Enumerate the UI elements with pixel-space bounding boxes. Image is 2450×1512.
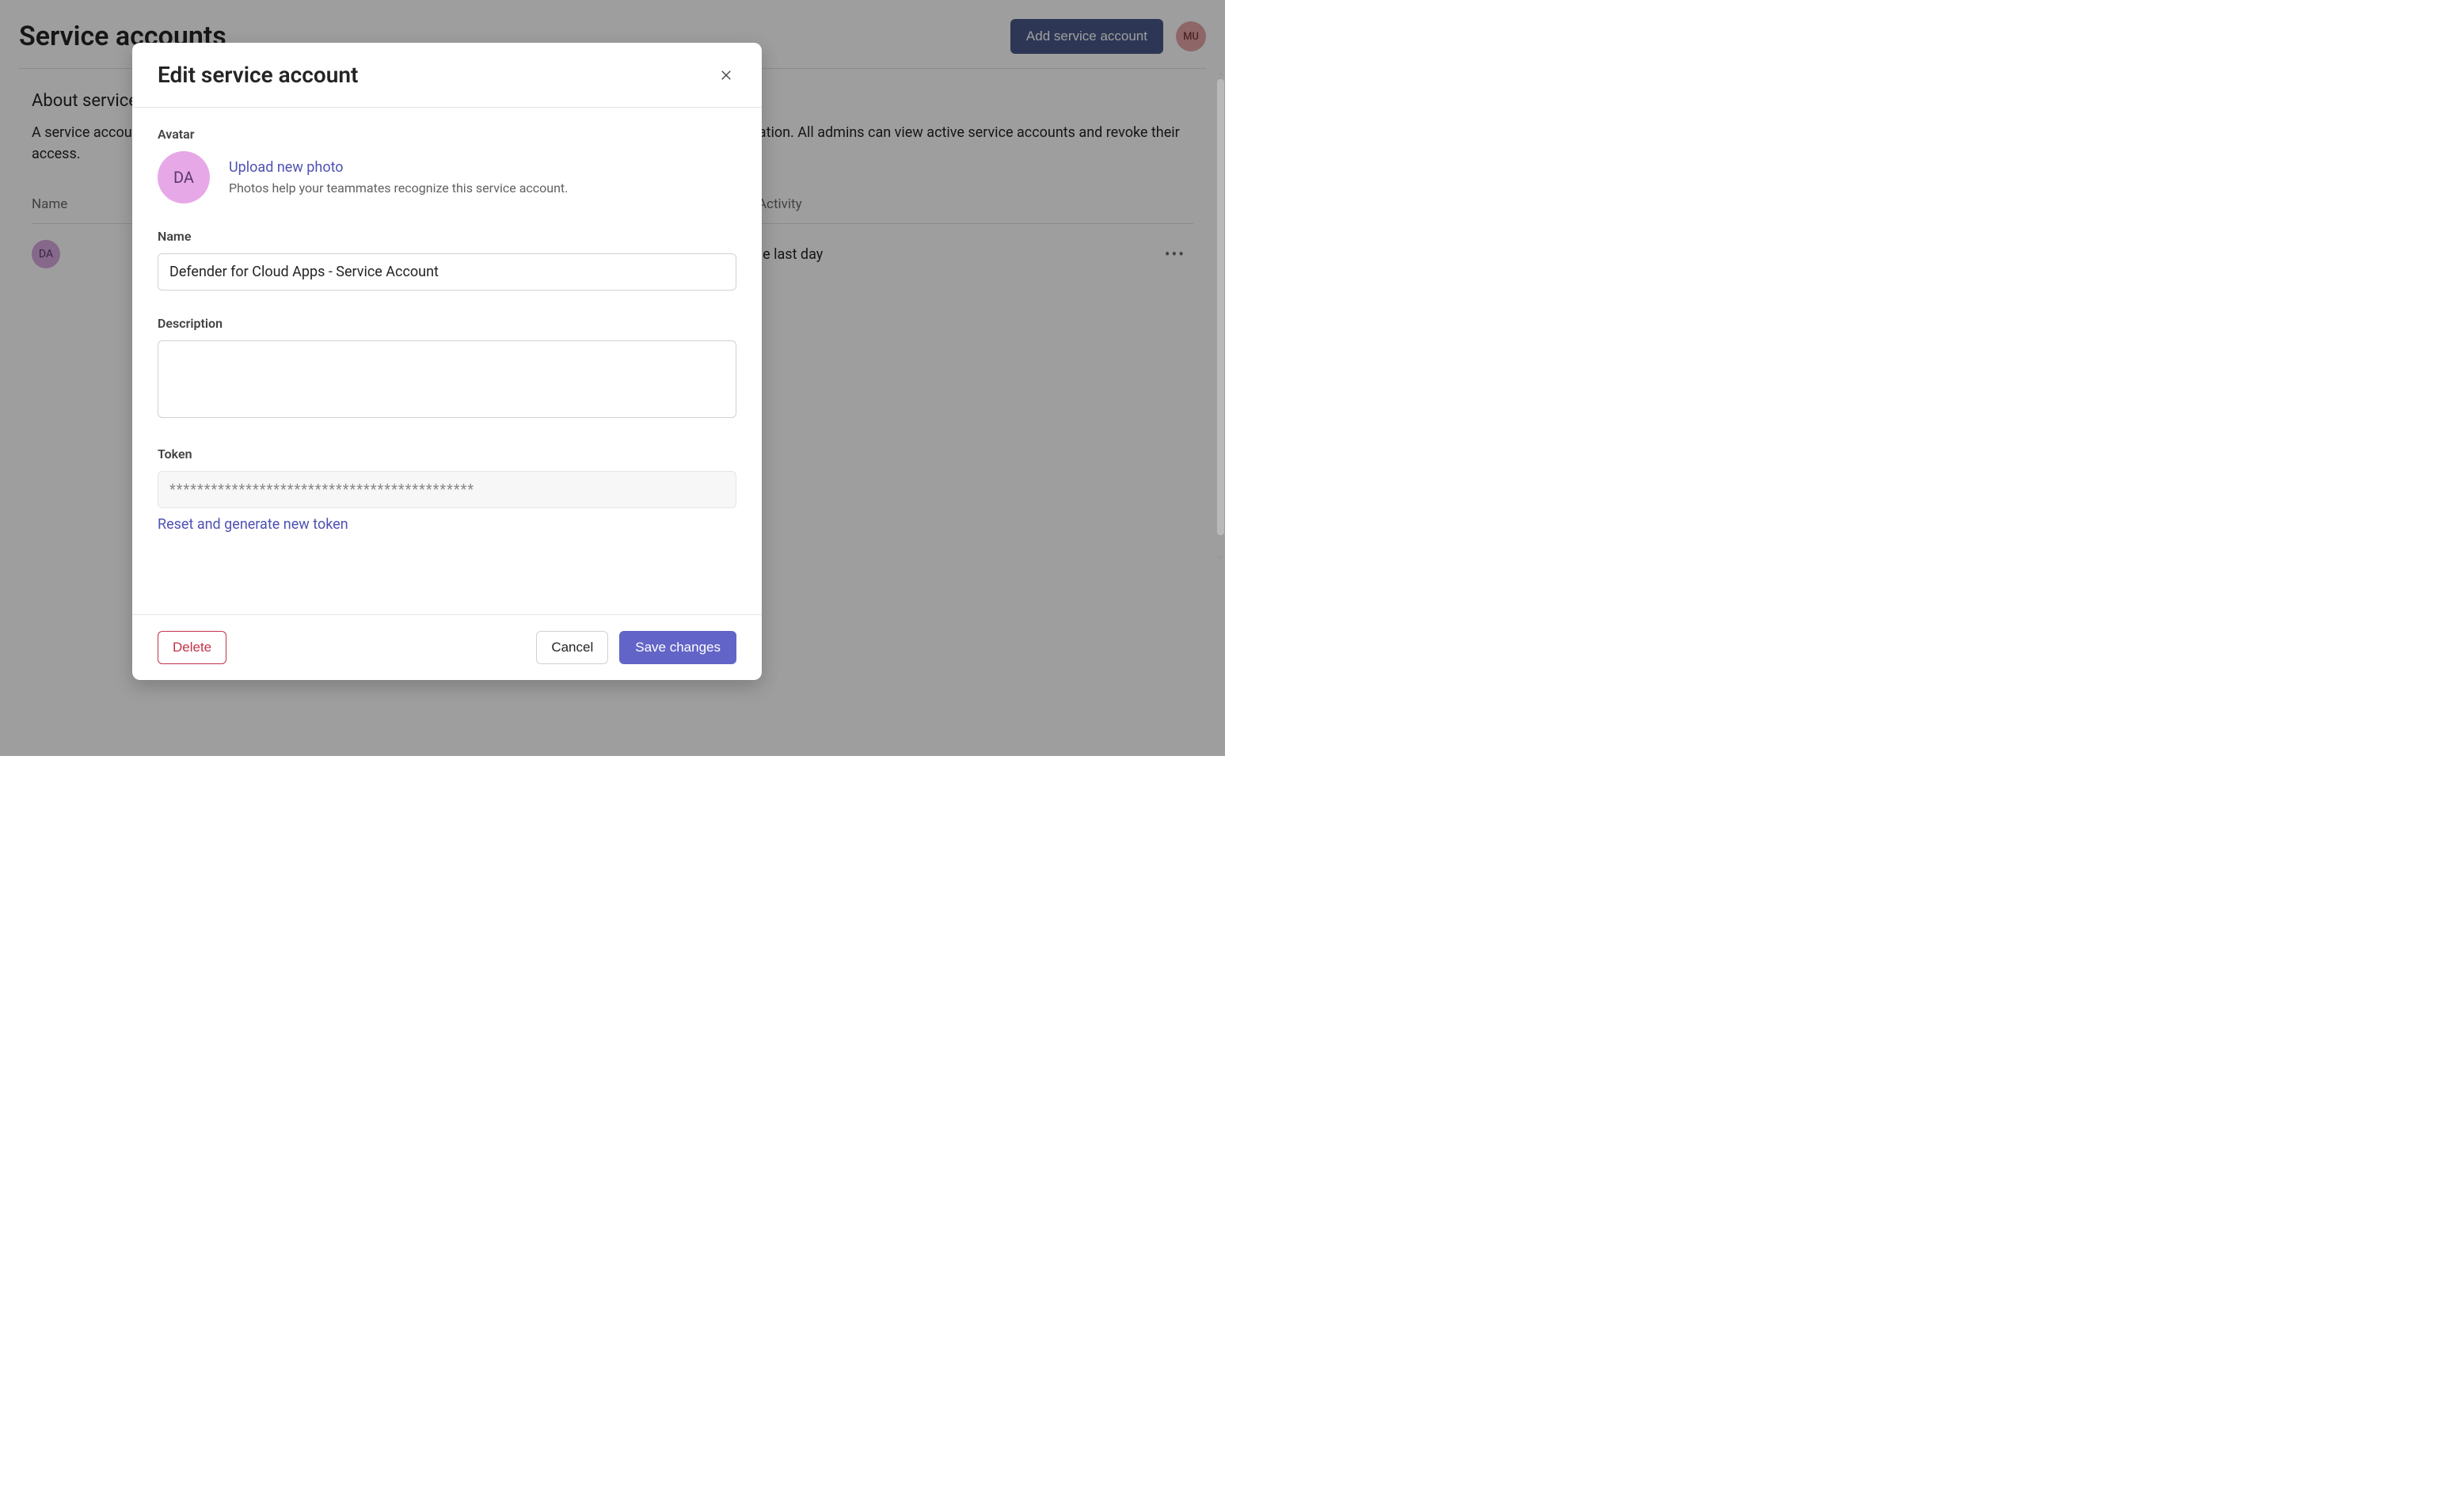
- upload-photo-link[interactable]: Upload new photo: [229, 159, 568, 176]
- cancel-button[interactable]: Cancel: [536, 631, 608, 664]
- description-label: Description: [158, 316, 736, 331]
- reset-token-link[interactable]: Reset and generate new token: [158, 516, 348, 533]
- name-field-group: Name: [158, 229, 736, 291]
- avatar-field-group: Avatar DA Upload new photo Photos help y…: [158, 127, 736, 203]
- edit-service-account-modal: Edit service account Avatar DA Upload ne…: [132, 43, 762, 680]
- close-icon: [719, 68, 733, 82]
- modal-title: Edit service account: [158, 62, 358, 88]
- token-field-group: Token Reset and generate new token: [158, 446, 736, 533]
- name-label: Name: [158, 229, 736, 244]
- modal-header: Edit service account: [132, 43, 762, 108]
- name-input[interactable]: [158, 253, 736, 291]
- modal-overlay: ▲ ▼ Edit service account Avatar DA Uploa…: [0, 0, 1225, 756]
- close-button[interactable]: [716, 65, 736, 85]
- avatar-circle: DA: [158, 151, 210, 203]
- scroll-arrow-down-icon: ▼: [1216, 554, 1224, 563]
- scroll-arrow-up-icon: ▲: [1216, 69, 1224, 78]
- scrollbar[interactable]: [1217, 79, 1224, 535]
- delete-button[interactable]: Delete: [158, 631, 226, 664]
- token-input: [158, 471, 736, 508]
- modal-body: Avatar DA Upload new photo Photos help y…: [132, 108, 762, 614]
- description-input[interactable]: [158, 340, 736, 418]
- avatar-help-text: Photos help your teammates recognize thi…: [229, 180, 568, 196]
- avatar-row: DA Upload new photo Photos help your tea…: [158, 151, 736, 203]
- token-label: Token: [158, 446, 736, 462]
- description-field-group: Description: [158, 316, 736, 421]
- modal-footer: Delete Cancel Save changes: [132, 614, 762, 680]
- avatar-text-area: Upload new photo Photos help your teamma…: [229, 159, 568, 196]
- save-button[interactable]: Save changes: [619, 631, 736, 664]
- avatar-label: Avatar: [158, 127, 736, 142]
